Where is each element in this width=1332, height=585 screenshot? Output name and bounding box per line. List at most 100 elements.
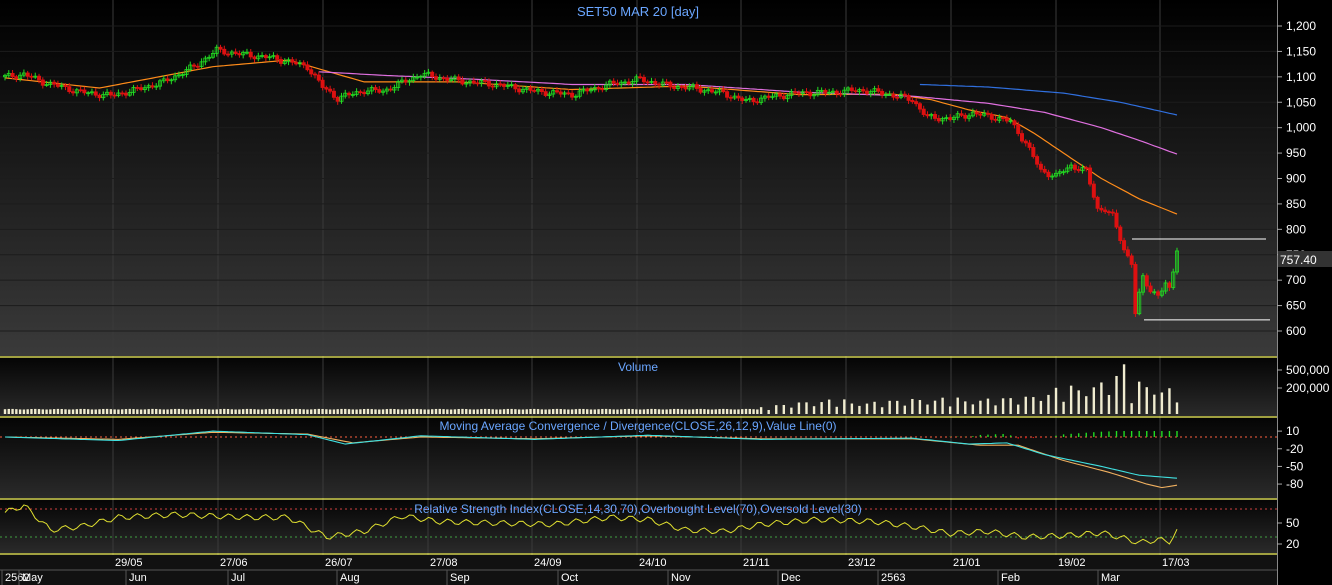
volume-bar-153 [582, 408, 585, 414]
candle-body-296 [1122, 240, 1127, 251]
volume-bar-22 [86, 409, 90, 414]
candle-body-289 [1095, 196, 1100, 209]
candle-body-299 [1133, 264, 1138, 315]
x-date-label-5: 24/10 [639, 557, 667, 569]
volume-bar-310 [1175, 402, 1179, 414]
candle-body-76 [290, 59, 295, 63]
volume-bar-276 [1047, 394, 1050, 414]
candle-body-247 [936, 118, 941, 122]
candle-body-17 [67, 86, 72, 93]
price-tick-label-10: 1,100 [1286, 70, 1316, 84]
volume-bar-105 [400, 409, 404, 414]
candle-body-238 [902, 93, 907, 96]
candle-body-198 [751, 97, 756, 103]
volume-tick-label-0: 500,000 [1286, 363, 1330, 377]
volume-bar-124 [472, 409, 475, 414]
x-month-label-2: Jun [129, 572, 147, 584]
macd-tick-label-3: -80 [1286, 477, 1304, 491]
volume-bar-100 [381, 409, 385, 414]
volume-bar-133 [506, 408, 510, 414]
candle-body-271 [1027, 142, 1032, 148]
candle-body-227 [861, 89, 866, 92]
x-date-label-4: 24/09 [534, 557, 562, 569]
candle-body-31 [120, 92, 125, 95]
candle-body-298 [1129, 255, 1134, 265]
candle-body-142 [539, 88, 544, 93]
volume-bar-20 [79, 408, 82, 414]
candle-body-173 [657, 83, 662, 86]
volume-bar-166 [631, 409, 634, 414]
volume-bar-150 [570, 409, 574, 414]
x-month-label-11: Mar [1101, 572, 1120, 584]
candle-body-9 [37, 75, 42, 81]
candle-body-157 [596, 87, 601, 90]
volume-bar-128 [487, 408, 491, 414]
candle-body-183 [694, 84, 699, 89]
x-date-label-7: 23/12 [848, 557, 876, 569]
volume-bar-81 [310, 409, 313, 414]
candle-body-228 [864, 90, 869, 95]
candle-body-254 [963, 114, 968, 119]
candle-body-206 [781, 95, 786, 100]
volume-bar-262 [994, 405, 997, 414]
volume-bar-111 [423, 409, 426, 414]
volume-bar-200 [759, 407, 763, 414]
candle-body-180 [683, 86, 688, 90]
volume-bar-210 [797, 402, 801, 414]
x-month-label-6: Oct [561, 572, 578, 584]
candle-body-136 [517, 88, 522, 93]
volume-bar-178 [676, 408, 680, 414]
volume-bar-284 [1077, 390, 1080, 414]
x-date-label-6: 21/11 [743, 557, 770, 569]
candle-body-149 [566, 92, 571, 95]
candle-body-66 [252, 56, 257, 60]
candle-body-179 [679, 86, 684, 88]
candle-body-175 [664, 81, 669, 84]
volume-bar-266 [1009, 398, 1012, 414]
volume-bar-71 [272, 408, 275, 414]
candle-body-3 [14, 76, 19, 79]
volume-bar-50 [192, 409, 196, 414]
volume-bar-224 [850, 403, 854, 414]
volume-bar-85 [325, 409, 328, 414]
x-month-label-10: Feb [1001, 572, 1020, 584]
volume-bar-84 [321, 408, 324, 414]
volume-bar-18 [71, 409, 75, 414]
volume-bar-218 [827, 399, 831, 414]
candle-body-170 [645, 81, 650, 84]
volume-bar-91 [347, 409, 351, 414]
candle-body-25 [97, 94, 102, 99]
volume-bar-190 [722, 408, 725, 414]
candle-body-143 [543, 91, 548, 96]
candle-body-59 [226, 53, 231, 56]
volume-bar-51 [196, 408, 200, 414]
candle-body-210 [796, 92, 801, 95]
candle-body-14 [55, 83, 60, 87]
volume-bar-19 [75, 409, 79, 414]
candle-body-195 [740, 97, 745, 101]
candle-body-87 [331, 90, 336, 98]
volume-bar-25 [98, 409, 101, 414]
volume-bar-278 [1054, 387, 1058, 414]
candle-body-86 [328, 88, 333, 92]
price-tick-label-11: 1,150 [1286, 44, 1316, 58]
candle-body-241 [914, 101, 919, 105]
candle-body-61 [233, 51, 238, 54]
volume-bar-137 [521, 409, 525, 414]
volume-bar-216 [820, 402, 823, 414]
volume-bar-103 [393, 409, 396, 414]
candle-body-6 [25, 72, 30, 77]
volume-bar-179 [680, 409, 683, 414]
x-month-label-8: Dec [781, 572, 801, 584]
volume-bar-177 [672, 408, 676, 414]
candle-body-250 [948, 117, 953, 120]
volume-bar-152 [578, 408, 581, 414]
candle-body-269 [1019, 133, 1024, 142]
candle-body-235 [891, 93, 896, 98]
volume-bar-151 [574, 409, 578, 414]
candle-body-165 [626, 81, 631, 85]
price-tick-label-12: 1,200 [1286, 19, 1316, 33]
volume-bar-69 [264, 409, 268, 414]
volume-bar-121 [461, 408, 464, 414]
price-tick-label-9: 1,050 [1286, 95, 1316, 109]
